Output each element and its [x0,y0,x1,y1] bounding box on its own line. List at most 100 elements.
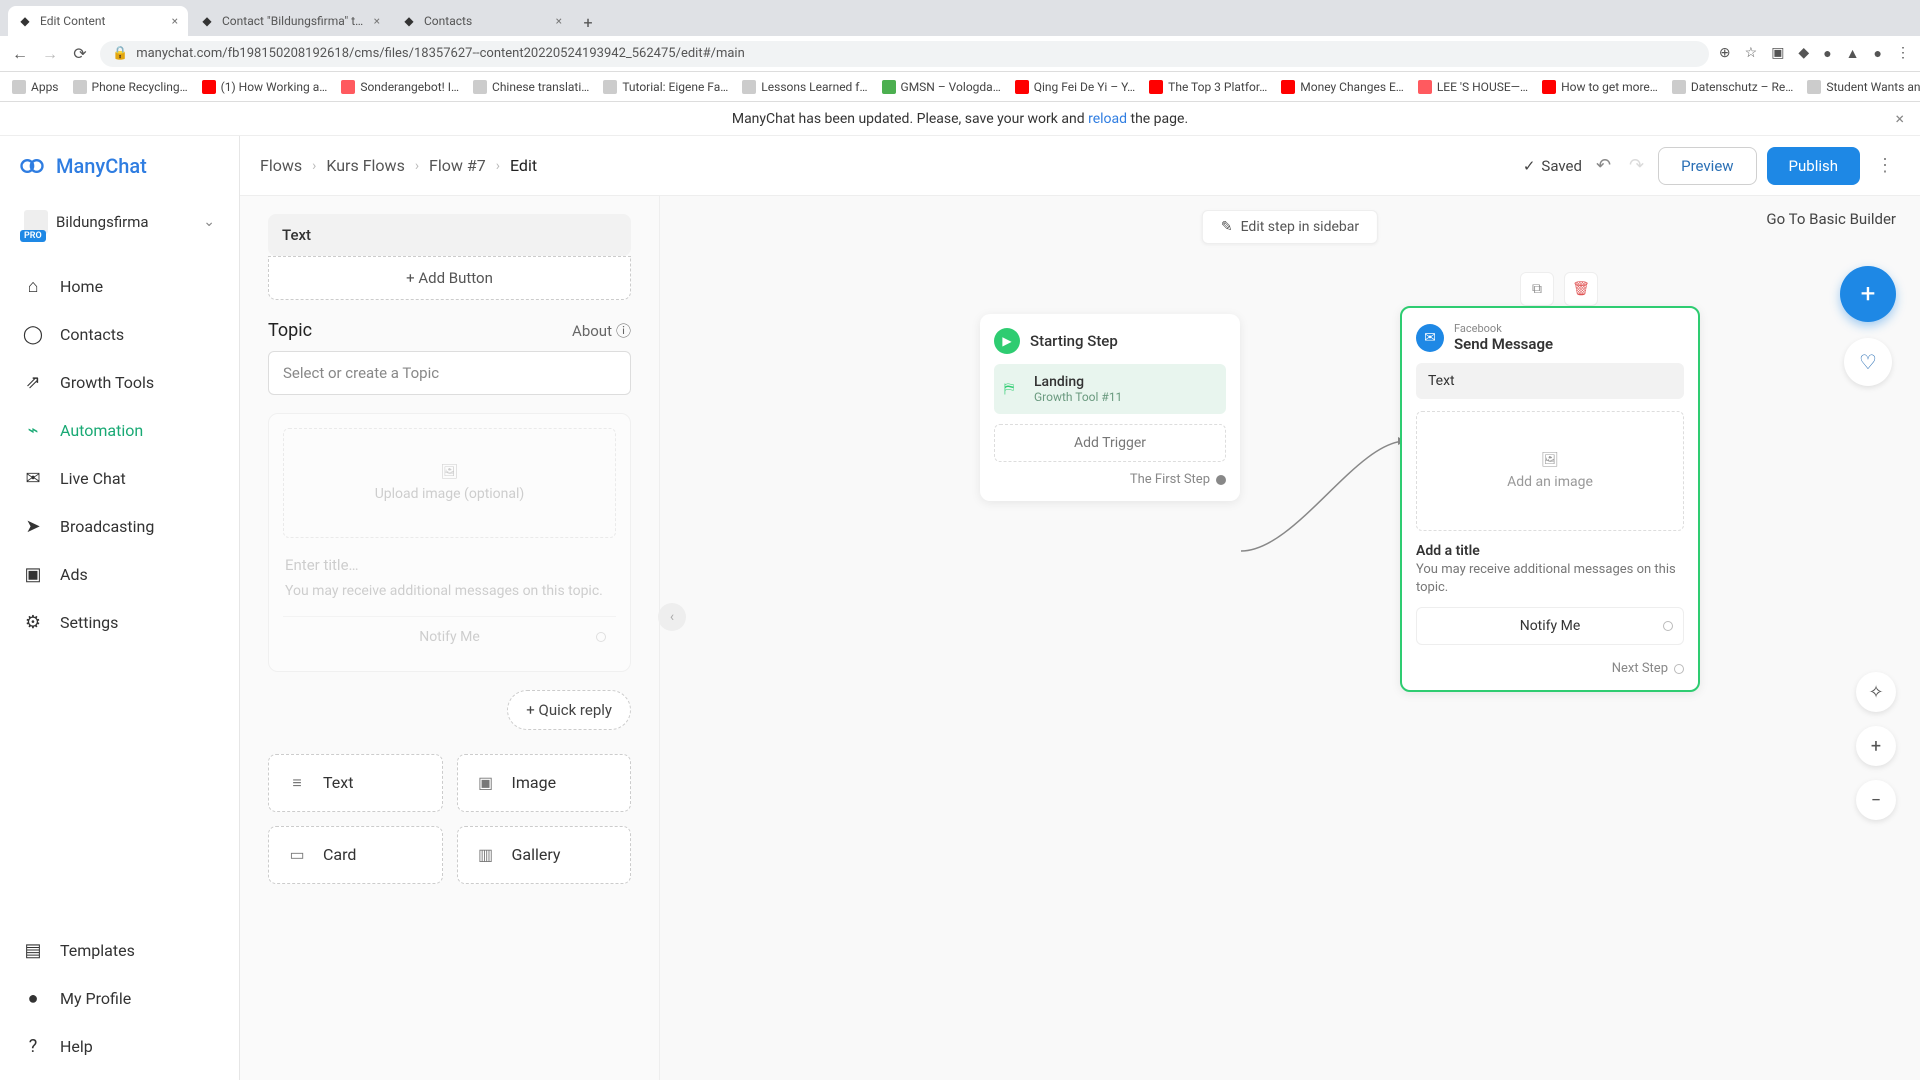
upload-image-area[interactable]: 🖼 Upload image (optional) [283,428,616,538]
connector-port[interactable] [1216,475,1226,485]
about-link[interactable]: Aboutⓘ [572,320,631,341]
add-trigger-button[interactable]: Add Trigger [994,424,1226,462]
add-button-button[interactable]: + Add Button [268,256,631,300]
add-step-fab[interactable]: + [1840,266,1896,322]
starting-step-node[interactable]: ▶ Starting Step ⛿ Landing Growth Tool #1… [980,314,1240,501]
nav-profile[interactable]: ●My Profile [0,974,239,1022]
add-image-area[interactable]: 🖼 Add an image [1416,411,1684,531]
connector-port[interactable] [1663,621,1673,631]
bookmark[interactable]: Phone Recycling… [73,80,188,94]
ext-icon[interactable]: ● [1823,45,1831,62]
delete-button[interactable]: 🗑 [1564,272,1598,306]
zoom-out-button[interactable]: − [1856,780,1896,820]
content-type-image[interactable]: ▣Image [457,754,632,812]
duplicate-button[interactable]: ⧉ [1520,272,1554,306]
favorite-button[interactable]: ♡ [1844,338,1892,386]
magic-icon[interactable]: ✧ [1856,672,1896,712]
connector-port[interactable] [1674,664,1684,674]
notify-button[interactable]: Notify Me [1416,607,1684,645]
forward-icon[interactable]: → [40,44,60,64]
close-icon[interactable]: × [556,14,562,28]
bookmark[interactable]: (1) How Working a… [202,80,328,94]
undo-icon[interactable]: ↶ [1592,155,1615,176]
zoom-in-button[interactable]: + [1856,726,1896,766]
card-button[interactable]: Notify Me [283,616,616,657]
bookmark[interactable]: Apps [12,80,59,94]
nav-broadcasting[interactable]: ➤Broadcasting [0,502,239,550]
collapse-editor-button[interactable]: ‹ [658,603,686,631]
pro-badge: PRO [20,230,46,242]
nav-templates[interactable]: ▤Templates [0,926,239,974]
nav-home[interactable]: ⌂Home [0,262,239,310]
close-icon[interactable]: × [172,14,178,28]
preview-button[interactable]: Preview [1658,147,1756,185]
reload-icon[interactable]: ⟳ [70,44,90,63]
ext-icon[interactable]: ▣ [1771,45,1784,62]
content-type-card[interactable]: ▭Card [268,826,443,884]
new-tab-button[interactable]: + [574,8,602,36]
menu-icon[interactable]: ⋮ [1896,45,1910,62]
topic-select[interactable]: Select or create a Topic [268,351,631,395]
bookmark[interactable]: Student Wants an… [1807,80,1920,94]
close-icon[interactable]: × [1895,109,1904,128]
reload-link[interactable]: reload [1088,111,1127,127]
avatar-icon[interactable]: ● [1874,45,1882,62]
bookmark[interactable]: GMSN – Vologda… [882,80,1001,94]
bookmark[interactable]: Lessons Learned f… [742,80,867,94]
zoom-icon[interactable]: ⊕ [1719,45,1731,62]
bookmark[interactable]: Sonderangebot! I… [341,80,459,94]
nav-growth-tools[interactable]: ⇗Growth Tools [0,358,239,406]
bookmark[interactable]: Datenschutz – Re… [1672,80,1794,94]
quick-reply-button[interactable]: + Quick reply [507,690,631,730]
nav-live-chat[interactable]: ✉Live Chat [0,454,239,502]
url-field[interactable]: 🔒 manychat.com/fb198150208192618/cms/fil… [100,41,1709,67]
goto-basic-builder-link[interactable]: Go To Basic Builder [1766,210,1896,228]
content-type-gallery[interactable]: ▥Gallery [457,826,632,884]
nav-contacts[interactable]: ◯Contacts [0,310,239,358]
bookmark[interactable]: Money Changes E… [1281,80,1404,94]
back-icon[interactable]: ← [10,44,30,64]
nav-ads[interactable]: ▣Ads [0,550,239,598]
image-icon: ▣ [474,771,498,795]
bookmark[interactable]: Qing Fei De Yi – Y… [1015,80,1135,94]
text-block[interactable]: Text [268,214,631,256]
star-icon[interactable]: ☆ [1745,45,1758,62]
flow-canvas[interactable]: ‹ ✎ Edit step in sidebar Go To Basic Bui… [660,196,1920,1080]
card-editor[interactable]: 🖼 Upload image (optional) Enter title… Y… [268,413,631,672]
node-toolbar: ⧉ 🗑 [1520,272,1598,306]
bookmark[interactable]: LEE 'S HOUSE—… [1418,80,1528,94]
nav-label: Home [60,277,103,296]
bookmark[interactable]: The Top 3 Platfor… [1149,80,1267,94]
edit-in-sidebar-button[interactable]: ✎ Edit step in sidebar [1202,210,1378,244]
card-subtitle[interactable]: You may receive additional messages on t… [283,580,616,604]
content-type-text[interactable]: ≡Text [268,754,443,812]
publish-button[interactable]: Publish [1767,147,1860,185]
workspace-selector[interactable]: PRO Bildungsfirma ⌄ [14,202,225,242]
nav-help[interactable]: ?Help [0,1022,239,1070]
connector-port[interactable] [596,632,606,642]
bookmark[interactable]: Tutorial: Eigene Fa… [603,80,728,94]
ext-icon[interactable]: ◆ [1798,45,1809,62]
redo-icon[interactable]: ↷ [1625,155,1648,176]
close-icon[interactable]: × [374,14,380,28]
more-icon[interactable]: ⋮ [1870,155,1900,176]
first-step-output: The First Step [994,472,1226,487]
text-content[interactable]: Text [1416,363,1684,399]
browser-tab[interactable]: ◆ Contact "Bildungsfirma" throu… × [190,6,390,36]
card-title[interactable]: Add a title [1416,543,1684,559]
nav-settings[interactable]: ⚙Settings [0,598,239,646]
breadcrumb[interactable]: Flow #7 [429,156,486,175]
nav-automation[interactable]: ⌁Automation [0,406,239,454]
browser-tab[interactable]: ◆ Contacts × [392,6,572,36]
ext-icon[interactable]: ▲ [1846,45,1860,62]
card-title-input[interactable]: Enter title… [283,550,616,580]
breadcrumb[interactable]: Kurs Flows [326,156,404,175]
breadcrumb[interactable]: Flows [260,156,302,175]
pencil-icon: ✎ [1221,219,1233,235]
trigger-landing[interactable]: ⛿ Landing Growth Tool #11 [994,364,1226,414]
brand-logo[interactable]: ManyChat [0,136,239,196]
send-message-node[interactable]: ✉ Facebook Send Message Text 🖼 Add an im… [1400,306,1700,692]
browser-tab[interactable]: ◆ Edit Content × [8,6,188,36]
bookmark[interactable]: Chinese translati… [473,80,589,94]
bookmark[interactable]: How to get more… [1542,80,1658,94]
